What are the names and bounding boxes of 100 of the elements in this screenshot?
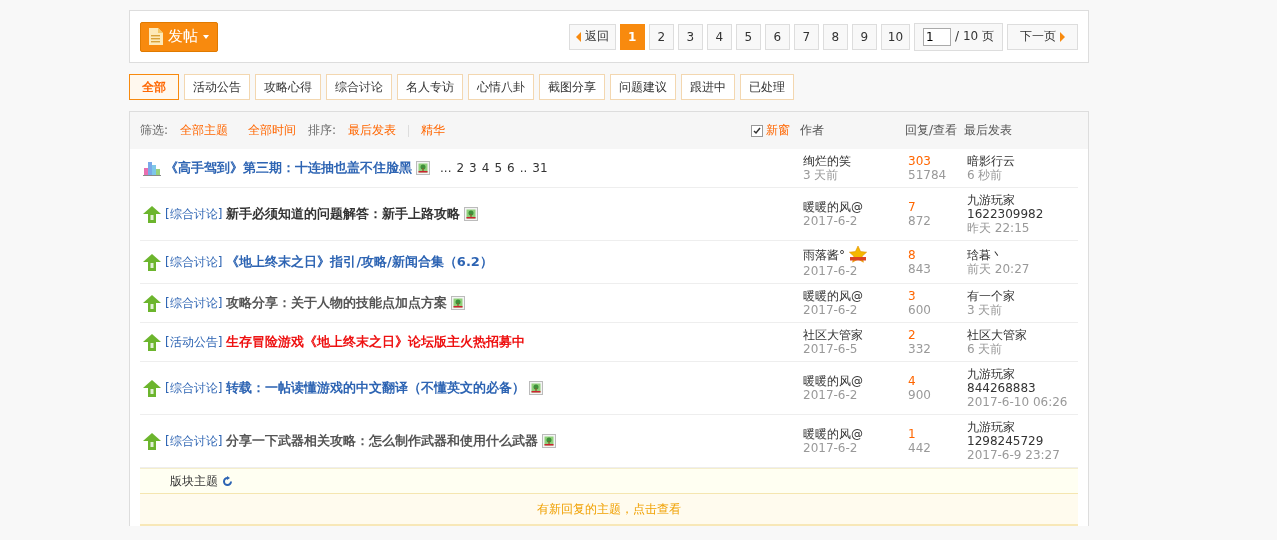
thread-page-link[interactable]: 5 <box>494 161 502 175</box>
author-name: 雨落酱° <box>803 248 845 262</box>
thread-page-link[interactable]: 3 <box>469 161 477 175</box>
thread-title[interactable]: 攻略分享：关于人物的技能点加点方案 <box>226 294 448 312</box>
last-post-time: 2017-6-9 23:27 <box>967 448 1061 462</box>
last-poster: 九游玩家 <box>967 193 1016 207</box>
page-total: / 10 页 <box>955 28 994 45</box>
category-tab[interactable]: 活动公告 <box>184 74 250 100</box>
category-tab[interactable]: 综合讨论 <box>326 74 392 100</box>
thread-page-link[interactable]: 6 <box>507 161 515 175</box>
thread-title[interactable]: 新手必须知道的问题解答：新手上路攻略 <box>226 205 461 223</box>
view-count: 843 <box>908 262 932 276</box>
page-button[interactable]: 8 <box>822 23 848 50</box>
thread-tag[interactable]: [活动公告] <box>165 333 223 351</box>
last-post-time: 前天 20:27 <box>967 262 1031 276</box>
category-tab[interactable]: 跟进中 <box>681 74 735 100</box>
up-arrow-icon <box>143 253 161 271</box>
next-page-button[interactable]: 下一页 <box>1007 23 1078 50</box>
last-post-time: 3 天前 <box>967 303 1004 317</box>
page-button[interactable]: 9 <box>851 23 877 50</box>
thread-page-link[interactable]: 4 <box>481 161 490 175</box>
author-name: 暖暖的风@ <box>803 289 863 303</box>
thread-page-link[interactable]: ... <box>440 161 452 175</box>
filter-label: 筛选: <box>140 122 169 139</box>
author-name: 绚烂的笑 <box>803 154 851 168</box>
last-poster: 琀暮丶 <box>967 248 1004 262</box>
reply-count: 3 <box>908 289 917 303</box>
up-arrow-icon <box>143 205 161 223</box>
view-count: 872 <box>908 214 932 228</box>
thread-page-link[interactable]: .. <box>519 161 528 175</box>
page-button[interactable]: 7 <box>793 23 819 50</box>
thread-tag[interactable]: [综合讨论] <box>165 205 223 223</box>
column-header: 作者 <box>800 123 824 137</box>
category-tab[interactable]: 截图分享 <box>539 74 605 100</box>
last-poster-id: 844268883 <box>967 381 1037 395</box>
back-button[interactable]: 返回 <box>568 23 616 50</box>
thread-tag[interactable]: [综合讨论] <box>165 432 223 450</box>
view-count: 600 <box>908 303 932 317</box>
reply-count: 4 <box>908 374 917 388</box>
category-tab[interactable]: 问题建议 <box>610 74 676 100</box>
thread-title[interactable]: 分享一下武器相关攻略：怎么制作武器和使用什么武器 <box>226 432 539 450</box>
thread-title[interactable]: 《地上终末之日》指引/攻略/新闻合集（6.2） <box>226 253 493 271</box>
reply-count: 8 <box>908 248 917 262</box>
thread-title[interactable]: 《高手驾到》第三期：十连抽也盖不住脸黑 <box>165 159 412 177</box>
bar-chart-icon <box>143 160 161 176</box>
up-arrow-icon <box>143 294 161 312</box>
category-tab[interactable]: 攻略心得 <box>255 74 321 100</box>
last-post-time: 6 秒前 <box>967 168 1004 182</box>
checkmark-icon <box>753 126 761 135</box>
thread-tag[interactable]: [综合讨论] <box>165 253 223 271</box>
reply-count: 7 <box>908 200 917 214</box>
view-count: 442 <box>908 441 932 455</box>
thread-tag[interactable]: [综合讨论] <box>165 294 223 312</box>
last-poster-id: 1298245729 <box>967 434 1045 448</box>
category-tab[interactable]: 心情八卦 <box>468 74 534 100</box>
category-tab[interactable]: 已处理 <box>740 74 794 100</box>
up-arrow-icon <box>143 333 161 351</box>
last-poster: 社区大管家 <box>967 328 1028 342</box>
post-date: 2017-6-2 <box>803 441 859 455</box>
document-icon <box>149 28 163 45</box>
last-post-time: 2017-6-10 06:26 <box>967 395 1069 409</box>
thread-page-link[interactable]: 31 <box>532 161 548 175</box>
category-tab[interactable]: 名人专访 <box>397 74 463 100</box>
thread-tag[interactable]: [综合讨论] <box>165 379 223 397</box>
post-date: 2017-6-2 <box>803 303 859 317</box>
page-button[interactable]: 2 <box>648 23 674 50</box>
last-poster: 暗影行云 <box>967 154 1016 168</box>
last-poster-id: 1622309982 <box>967 207 1045 221</box>
author-name: 暖暖的风@ <box>803 200 863 214</box>
thread-page-link[interactable]: 2 <box>456 161 465 175</box>
page-button[interactable]: 4 <box>706 23 732 50</box>
page-input[interactable]: 1 <box>923 27 952 46</box>
view-count: 332 <box>908 342 932 356</box>
up-arrow-icon <box>143 432 161 450</box>
last-post-time: 昨天 22:15 <box>967 221 1031 235</box>
last-poster: 九游玩家 <box>967 367 1016 381</box>
sort-label: 排序: <box>308 122 337 139</box>
post-date: 2017-6-2 <box>803 388 859 402</box>
left-triangle-icon <box>575 31 581 42</box>
view-count: 900 <box>908 388 932 402</box>
post-date: 2017-6-2 <box>803 214 859 228</box>
post-date: 3 天前 <box>803 168 840 182</box>
reply-count: 1 <box>908 427 917 441</box>
thread-title[interactable]: 生存冒险游戏《地上终末之日》论坛版主火热招募中 <box>226 333 526 351</box>
up-arrow-icon <box>143 379 161 397</box>
post-date: 2017-6-2 <box>803 264 859 278</box>
page-button[interactable]: 5 <box>735 23 761 50</box>
page-button[interactable]: 3 <box>677 23 703 50</box>
last-post-time: 6 天前 <box>967 342 1004 356</box>
post-date: 2017-6-5 <box>803 342 859 356</box>
caret-icon <box>203 34 209 39</box>
thread-title[interactable]: 转载：一帖读懂游戏的中文翻译（不懂英文的必备） <box>226 379 526 397</box>
author-name: 社区大管家 <box>803 328 863 342</box>
right-triangle-icon <box>1060 31 1065 42</box>
view-count: 51784 <box>908 168 948 182</box>
refresh-icon[interactable] <box>222 475 233 487</box>
author-name: 暖暖的风@ <box>803 374 863 388</box>
page-button[interactable]: 10 <box>880 23 911 50</box>
last-poster: 九游玩家 <box>967 420 1016 434</box>
page-button[interactable]: 6 <box>764 23 790 50</box>
